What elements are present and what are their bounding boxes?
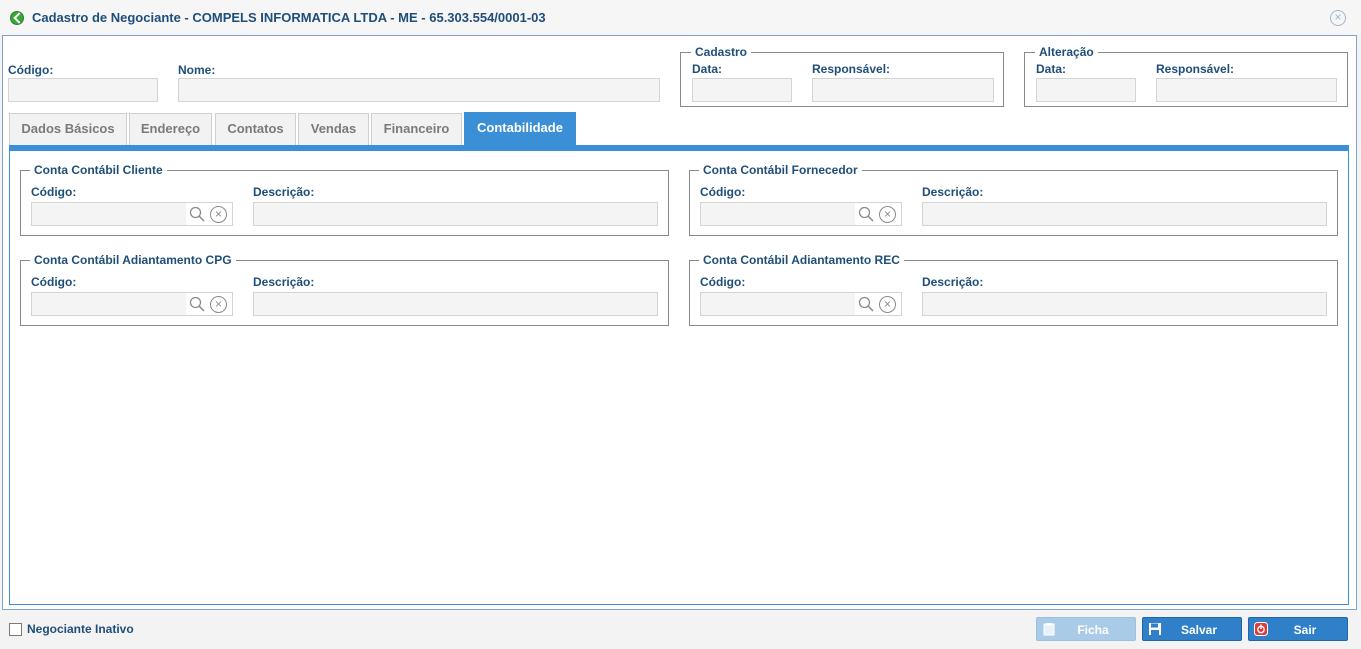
conta-cliente-group: Conta Contábil Cliente Código: × Descriç… xyxy=(20,163,669,236)
ficha-button[interactable]: Ficha xyxy=(1036,617,1136,641)
conta-fornecedor-legend: Conta Contábil Fornecedor xyxy=(699,163,862,177)
conta-fornecedor-codigo-label: Código: xyxy=(700,185,746,199)
conta-adiantamento-rec-codigo-label: Código: xyxy=(700,275,746,289)
cadastro-responsavel-input[interactable] xyxy=(812,78,994,102)
cadastro-data-input[interactable] xyxy=(692,78,792,102)
lookup-buttons: × xyxy=(186,293,232,315)
conta-adiantamento-cpg-legend: Conta Contábil Adiantamento CPG xyxy=(30,253,236,267)
cadastro-responsavel-label: Responsável: xyxy=(812,62,891,76)
salvar-button-label: Salvar xyxy=(1180,623,1218,637)
alteracao-data-label: Data: xyxy=(1036,62,1067,76)
lookup-buttons: × xyxy=(855,203,901,225)
conta-fornecedor-group: Conta Contábil Fornecedor Código: × Desc… xyxy=(689,163,1338,236)
conta-adiantamento-rec-codigo-input[interactable]: × xyxy=(700,292,902,316)
negociante-inativo-checkbox[interactable] xyxy=(9,623,22,636)
ficha-button-label: Ficha xyxy=(1077,623,1109,637)
conta-adiantamento-rec-legend: Conta Contábil Adiantamento REC xyxy=(699,253,904,267)
conta-adiantamento-cpg-codigo-label: Código: xyxy=(31,275,77,289)
conta-cliente-descricao-label: Descrição: xyxy=(253,185,315,199)
tab-contatos[interactable]: Contatos xyxy=(215,113,296,145)
tab-contabilidade[interactable]: Contabilidade xyxy=(464,112,576,145)
salvar-button[interactable]: Salvar xyxy=(1142,617,1242,641)
conta-adiantamento-cpg-group: Conta Contábil Adiantamento CPG Código: … xyxy=(20,253,669,326)
search-icon[interactable] xyxy=(189,296,205,312)
alteracao-responsavel-label: Responsável: xyxy=(1156,62,1235,76)
contabilidade-panel: Conta Contábil Cliente Código: × Descriç… xyxy=(9,145,1349,605)
clear-icon[interactable]: × xyxy=(210,206,227,223)
lookup-buttons: × xyxy=(186,203,232,225)
codigo-label: Código: xyxy=(8,63,54,77)
clear-icon[interactable]: × xyxy=(879,296,896,313)
conta-fornecedor-descricao-input[interactable] xyxy=(922,202,1327,226)
lookup-buttons: × xyxy=(855,293,901,315)
conta-fornecedor-codigo-input[interactable]: × xyxy=(700,202,902,226)
cadastro-data-label: Data: xyxy=(692,62,723,76)
conta-adiantamento-rec-descricao-label: Descrição: xyxy=(922,275,984,289)
conta-fornecedor-descricao-label: Descrição: xyxy=(922,185,984,199)
alteracao-data-input[interactable] xyxy=(1036,78,1136,102)
conta-adiantamento-rec-descricao-input[interactable] xyxy=(922,292,1327,316)
conta-cliente-codigo-input[interactable]: × xyxy=(31,202,233,226)
conta-adiantamento-cpg-descricao-label: Descrição: xyxy=(253,275,315,289)
cadastro-legend: Cadastro xyxy=(691,45,752,59)
clear-icon[interactable]: × xyxy=(210,296,227,313)
tab-financeiro[interactable]: Financeiro xyxy=(371,113,462,145)
green-check-icon xyxy=(10,11,24,25)
conta-cliente-descricao-input[interactable] xyxy=(253,202,658,226)
codigo-input[interactable] xyxy=(8,78,158,102)
tab-dados-basicos[interactable]: Dados Básicos xyxy=(9,113,127,145)
close-icon[interactable]: × xyxy=(1330,10,1346,26)
alteracao-group: Alteração Data: Responsável: xyxy=(1024,45,1348,107)
search-icon[interactable] xyxy=(858,296,874,312)
clear-icon[interactable]: × xyxy=(879,206,896,223)
negociante-inativo-label: Negociante Inativo xyxy=(27,622,134,636)
alteracao-legend: Alteração xyxy=(1035,45,1098,59)
cadastro-group: Cadastro Data: Responsável: xyxy=(680,45,1004,107)
search-icon[interactable] xyxy=(189,206,205,222)
title-bar: Cadastro de Negociante - COMPELS INFORMA… xyxy=(0,0,1361,35)
conta-adiantamento-cpg-descricao-input[interactable] xyxy=(253,292,658,316)
window-title: Cadastro de Negociante - COMPELS INFORMA… xyxy=(32,10,546,25)
tab-vendas[interactable]: Vendas xyxy=(298,113,369,145)
nome-input[interactable] xyxy=(178,78,660,102)
cadastro-negociante-window: Cadastro de Negociante - COMPELS INFORMA… xyxy=(0,0,1361,649)
conta-adiantamento-cpg-codigo-input[interactable]: × xyxy=(31,292,233,316)
form-panel: Código: Nome: Cadastro Data: Responsável… xyxy=(2,35,1357,610)
alteracao-responsavel-input[interactable] xyxy=(1156,78,1337,102)
search-icon[interactable] xyxy=(858,206,874,222)
conta-cliente-legend: Conta Contábil Cliente xyxy=(30,163,167,177)
nome-label: Nome: xyxy=(178,63,216,77)
sair-button-label: Sair xyxy=(1293,623,1317,637)
conta-adiantamento-rec-group: Conta Contábil Adiantamento REC Código: … xyxy=(689,253,1338,326)
tab-endereco[interactable]: Endereço xyxy=(129,113,212,145)
conta-cliente-codigo-label: Código: xyxy=(31,185,77,199)
sair-button[interactable]: Sair xyxy=(1248,617,1348,641)
